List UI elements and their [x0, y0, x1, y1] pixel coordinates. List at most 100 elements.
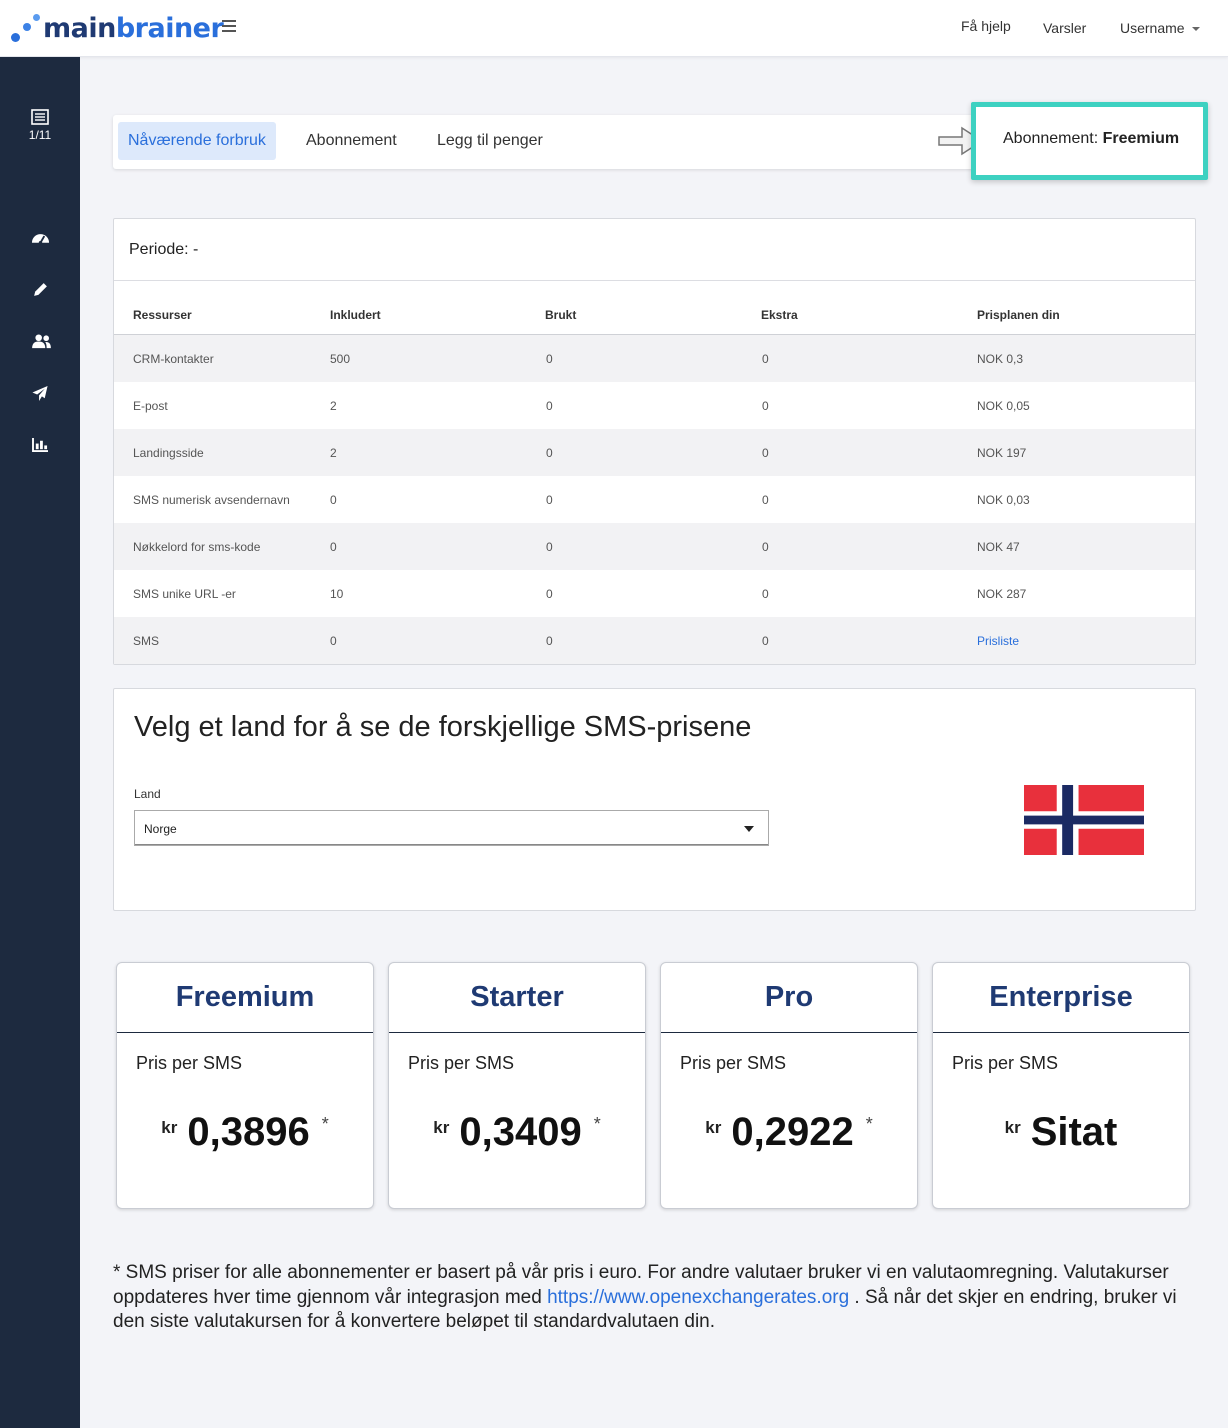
- resource-cell: E-post: [133, 399, 168, 413]
- used-cell: 0: [546, 634, 553, 648]
- pencil-icon[interactable]: [32, 281, 49, 298]
- logo-dots-icon: [10, 12, 44, 46]
- tab-current-usage[interactable]: Nåværende forbruk: [118, 122, 276, 160]
- help-link[interactable]: Få hjelp: [961, 18, 1011, 34]
- plan-price-label: Pris per SMS: [136, 1053, 243, 1073]
- top-bar: mainbrainer Få hjelp Varsler Username: [0, 0, 1228, 57]
- plan-card-freemium: Freemium Pris per SMS kr 0,3896 *: [116, 962, 374, 1209]
- send-icon[interactable]: [31, 385, 49, 402]
- extra-cell: 0: [762, 587, 769, 601]
- tab-subscription[interactable]: Abonnement: [296, 122, 407, 160]
- column-header: Inkludert: [330, 308, 381, 322]
- resource-cell: Landingsside: [133, 446, 204, 460]
- tab-add-money[interactable]: Legg til penger: [427, 122, 553, 160]
- users-icon[interactable]: [31, 334, 52, 349]
- included-cell: 0: [330, 493, 337, 507]
- price-cell: NOK 0,03: [977, 493, 1030, 507]
- user-menu[interactable]: Username: [1120, 20, 1200, 36]
- plan-name: Enterprise: [989, 981, 1133, 1013]
- resource-cell: SMS: [133, 634, 160, 648]
- norway-flag-icon: [1024, 785, 1144, 855]
- price-cell: NOK 287: [977, 587, 1027, 601]
- page-counter: 1/11: [28, 128, 52, 142]
- price-cell: NOK 0,3: [977, 352, 1024, 366]
- caret-down-icon: [744, 826, 754, 832]
- chart-icon[interactable]: [32, 437, 49, 452]
- price-amount: 0,2922: [731, 1110, 854, 1154]
- price-cell: NOK 197: [977, 446, 1027, 460]
- plan-price: kr 0,3896 *: [117, 1110, 373, 1155]
- included-cell: 10: [330, 587, 344, 601]
- plan-price-label: Pris per SMS: [408, 1053, 515, 1073]
- plan-header: Enterprise: [933, 963, 1189, 1033]
- plan-price: kr 0,3409 *: [389, 1110, 645, 1155]
- plan-price-label: Pris per SMS: [952, 1053, 1059, 1073]
- sidebar: 1/11: [0, 57, 80, 1428]
- dashboard-icon[interactable]: [31, 229, 50, 245]
- plan-price: kr Sitat: [933, 1110, 1189, 1155]
- price-cell: NOK 0,05: [977, 399, 1030, 413]
- currency: kr: [705, 1118, 722, 1137]
- currency: kr: [1004, 1118, 1021, 1137]
- used-cell: 0: [546, 446, 553, 460]
- country-select-value: Norge: [144, 822, 177, 836]
- asterisk: *: [593, 1114, 601, 1134]
- table-row: SMS numerisk avsendernavn 0 0 0 NOK 0,03: [114, 476, 1195, 523]
- country-label: Land: [134, 787, 161, 801]
- extra-cell: 0: [762, 352, 769, 366]
- plan-name: Pro: [764, 981, 814, 1013]
- openexchangerates-link[interactable]: https://www.openexchangerates.org: [547, 1287, 849, 1308]
- subscription-status: Abonnement: Freemium: [1003, 130, 1180, 147]
- hamburger-menu-icon[interactable]: [222, 20, 238, 34]
- resource-cell: Nøkkelord for sms-kode: [133, 540, 261, 554]
- divider: [114, 280, 1195, 281]
- plan-header: Starter: [389, 963, 645, 1033]
- plan-card-starter: Starter Pris per SMS kr 0,3409 *: [388, 962, 646, 1209]
- price-cell: NOK 47: [977, 540, 1020, 554]
- resource-cell: CRM-kontakter: [133, 352, 214, 366]
- resource-cell: SMS numerisk avsendernavn: [133, 493, 290, 507]
- used-cell: 0: [546, 493, 553, 507]
- plan-name: Starter: [470, 981, 564, 1013]
- extra-cell: 0: [762, 540, 769, 554]
- username-label: Username: [1120, 20, 1185, 36]
- plan-card-pro: Pro Pris per SMS kr 0,2922 *: [660, 962, 918, 1209]
- table-row: Nøkkelord for sms-kode 0 0 0 NOK 47: [114, 523, 1195, 570]
- country-select[interactable]: Norge: [134, 810, 769, 846]
- price-list-link[interactable]: Prisliste: [977, 634, 1019, 648]
- plan-card-enterprise: Enterprise Pris per SMS kr Sitat: [932, 962, 1190, 1209]
- table-row: CRM-kontakter 500 0 0 NOK 0,3: [114, 335, 1195, 382]
- used-cell: 0: [546, 352, 553, 366]
- included-cell: 500: [330, 352, 351, 366]
- notifications-link[interactable]: Varsler: [1043, 20, 1086, 36]
- included-cell: 0: [330, 634, 337, 648]
- used-cell: 0: [546, 540, 553, 554]
- subscription-highlight: Abonnement: Freemium: [971, 102, 1208, 180]
- column-header: Ressurser: [133, 308, 192, 322]
- included-cell: 2: [330, 446, 337, 460]
- asterisk: *: [321, 1114, 329, 1134]
- asterisk: *: [865, 1114, 873, 1134]
- resource-cell: SMS unike URL -er: [133, 587, 236, 601]
- used-cell: 0: [546, 399, 553, 413]
- table-row: E-post 2 0 0 NOK 0,05: [114, 382, 1195, 429]
- currency: kr: [161, 1118, 178, 1137]
- column-header: Ekstra: [761, 308, 798, 322]
- logo-text: mainbrainer: [43, 13, 224, 44]
- plan-name: Freemium: [175, 981, 315, 1013]
- table-row: Landingsside 2 0 0 NOK 197: [114, 429, 1195, 476]
- country-title: Velg et land for å se de forskjellige SM…: [134, 711, 752, 743]
- mainbrainer-logo[interactable]: mainbrainer: [10, 12, 224, 46]
- column-header: Brukt: [545, 308, 577, 322]
- list-icon[interactable]: [31, 109, 49, 125]
- plan-header: Pro: [661, 963, 917, 1033]
- plan-price: kr 0,2922 *: [661, 1110, 917, 1155]
- country-card: Velg et land for å se de forskjellige SM…: [113, 688, 1196, 911]
- currency: kr: [433, 1118, 450, 1137]
- price-amount: 0,3896: [187, 1110, 310, 1154]
- table-row: SMS unike URL -er 10 0 0 NOK 287: [114, 570, 1195, 617]
- extra-cell: 0: [762, 634, 769, 648]
- pricing-footnote: * SMS priser for alle abonnementer er ba…: [113, 1261, 1193, 1335]
- included-cell: 0: [330, 540, 337, 554]
- period-label: Periode: -: [129, 241, 199, 258]
